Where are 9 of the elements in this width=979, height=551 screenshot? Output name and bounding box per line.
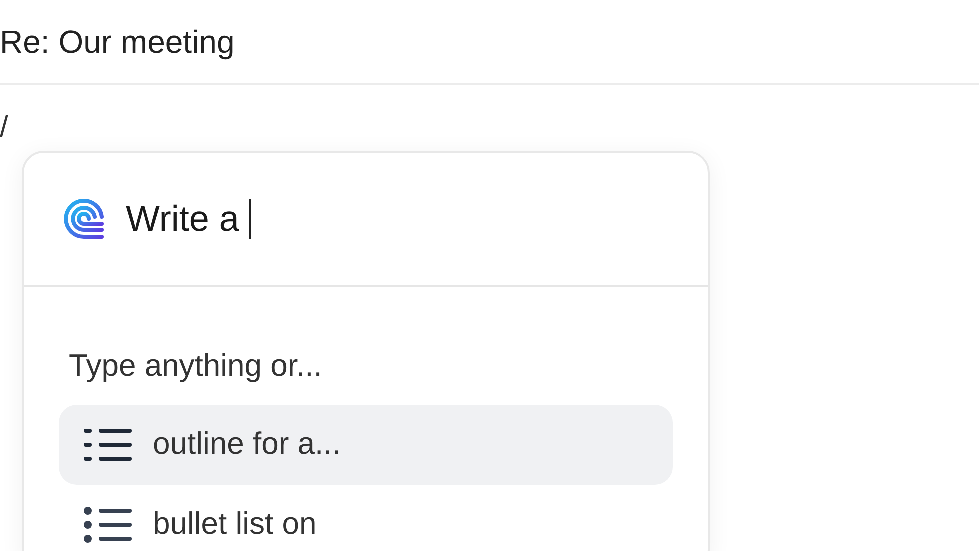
suggestion-item[interactable]: outline for a... — [59, 404, 673, 484]
bullet-list-icon — [83, 506, 133, 542]
body-text: / — [0, 111, 8, 144]
suggestion-item[interactable]: bullet list on — [59, 484, 673, 551]
prompt-input[interactable]: Write a — [126, 192, 252, 246]
ai-logo-icon — [62, 197, 106, 241]
suggestions-heading: Type anything or... — [68, 347, 324, 385]
email-subject: Re: Our meeting — [0, 22, 235, 62]
list-icon — [83, 426, 133, 462]
